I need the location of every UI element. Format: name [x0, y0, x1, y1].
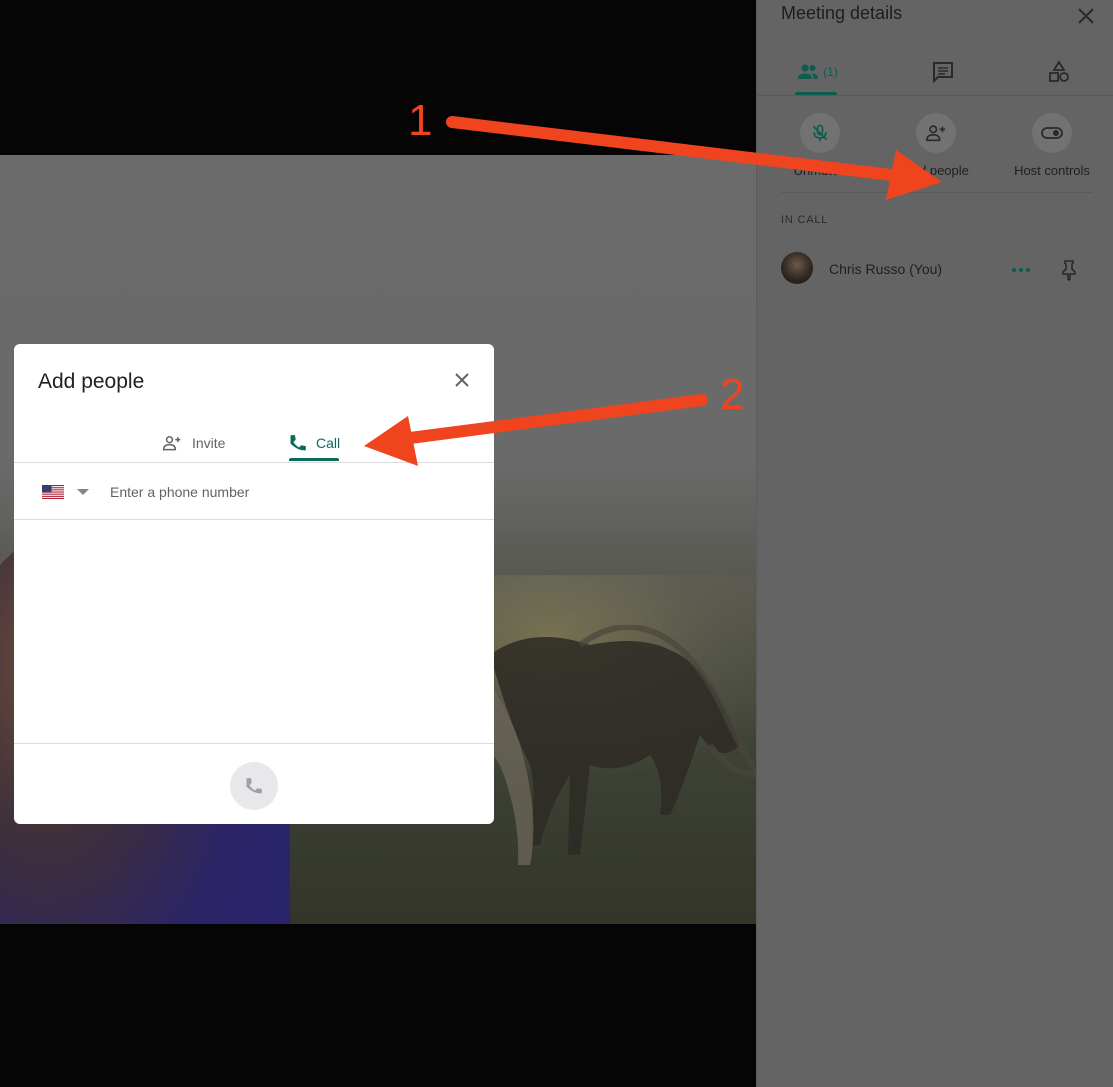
tab-call[interactable]: Call: [288, 426, 341, 461]
panel-title: Meeting details: [781, 3, 903, 23]
tab-activities[interactable]: [1037, 52, 1081, 92]
avatar: [781, 252, 813, 284]
input-divider: [14, 519, 494, 520]
phone-number-input[interactable]: [108, 479, 472, 505]
add-people-dialog: Add people Invite Call: [14, 344, 494, 824]
person-add-icon: [162, 436, 181, 451]
participant-row: Chris Russo (You): [781, 252, 1093, 286]
actions-divider: [781, 192, 1093, 193]
close-icon: [455, 373, 469, 387]
host-controls-button[interactable]: Host controls: [997, 113, 1107, 178]
more-options-button[interactable]: [1009, 258, 1033, 287]
add-people-button[interactable]: Add people: [881, 113, 991, 178]
horses-image: [470, 625, 756, 865]
chat-icon: [933, 62, 953, 84]
pin-icon: [1062, 260, 1076, 282]
meeting-details-panel: Meeting details (1) Unmuted Add people H…: [756, 0, 1113, 1087]
tab-chat[interactable]: [921, 52, 965, 92]
person-add-icon: [926, 125, 946, 142]
tabs-divider: [757, 95, 1113, 96]
toggle-icon: [1041, 127, 1063, 139]
dialog-title: Add people: [38, 370, 145, 393]
tab-invite[interactable]: Invite: [160, 426, 225, 460]
participant-name: Chris Russo (You): [829, 261, 943, 277]
phone-icon: [246, 778, 262, 794]
close-icon: [1078, 8, 1094, 24]
mute-label: Unmuted: [793, 163, 847, 178]
active-tab-indicator: [289, 458, 339, 461]
footer-divider: [14, 743, 494, 744]
people-icon: [798, 64, 819, 79]
mute-toggle-button[interactable]: Unmuted: [765, 113, 875, 178]
pin-button[interactable]: [1057, 258, 1081, 287]
phone-entry-row: [14, 463, 494, 519]
close-panel-button[interactable]: [1074, 4, 1098, 28]
add-people-circle: [916, 113, 956, 153]
tab-invite-label: Invite: [192, 435, 226, 451]
tab-call-label: Call: [316, 435, 341, 451]
activities-icon: [1049, 60, 1069, 82]
add-people-label: Add people: [903, 163, 969, 178]
country-dropdown-arrow[interactable]: [77, 489, 89, 495]
phone-icon: [290, 435, 306, 451]
host-controls-circle: [1032, 113, 1072, 153]
mute-toggle-circle: [800, 113, 840, 153]
us-flag-icon[interactable]: [42, 485, 64, 499]
more-horizontal-icon: [1012, 268, 1030, 272]
in-call-label: IN CALL: [781, 214, 829, 226]
tab-people[interactable]: (1): [795, 52, 839, 95]
host-controls-label: Host controls: [1014, 163, 1090, 178]
people-count: (1): [823, 65, 838, 79]
mic-off-icon: [812, 124, 828, 142]
call-button[interactable]: [230, 762, 278, 810]
close-dialog-button[interactable]: [450, 368, 474, 392]
